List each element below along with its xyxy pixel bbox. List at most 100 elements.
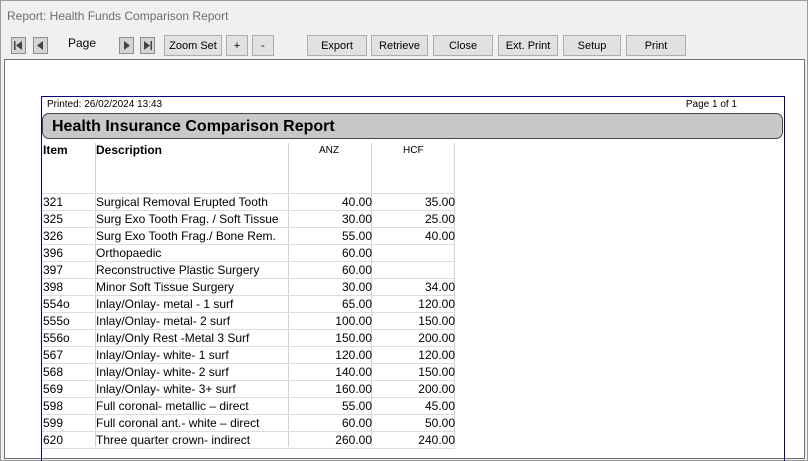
column-header-hcf: HCF — [403, 145, 424, 156]
row-anz-cell: 30.00 — [341, 280, 372, 294]
column-header-item: Item — [43, 143, 68, 157]
next-page-button[interactable] — [119, 37, 134, 54]
row-anz-cell: 30.00 — [341, 212, 372, 226]
last-page-button[interactable] — [140, 37, 155, 54]
row-item-cell: 321 — [43, 195, 64, 209]
zoom-set-button[interactable]: Zoom Set — [164, 35, 222, 56]
row-item-cell: 554o — [43, 297, 70, 311]
row-item-cell: 569 — [43, 382, 64, 396]
export-label: Export — [321, 39, 353, 52]
close-button[interactable]: Close — [433, 35, 493, 56]
table-row: 555o Inlay/Onlay- metal- 2 surf 100.00 150.… — [42, 313, 458, 330]
row-description-cell: Full coronal- metallic – direct — [96, 399, 249, 413]
row-description-cell: Minor Soft Tissue Surgery — [96, 280, 235, 294]
print-label: Print — [644, 39, 668, 52]
row-hcf-cell: 50.00 — [424, 416, 455, 430]
row-description-cell: Surg Exo Tooth Frag./ Bone Rem. — [96, 229, 276, 243]
row-hcf-cell: 34.00 — [424, 280, 455, 294]
table-row: 325 Surg Exo Tooth Frag. / Soft Tissue 30.… — [42, 211, 458, 228]
row-anz-cell: 55.00 — [341, 399, 372, 413]
row-description-cell: Inlay/Onlay- white- 1 surf — [96, 348, 229, 362]
export-button[interactable]: Export — [307, 35, 367, 56]
window-title: Report: Health Funds Comparison Report — [7, 9, 229, 23]
table-row: 568 Inlay/Onlay- white- 2 surf 140.00 150.0… — [42, 364, 458, 381]
last-page-icon — [144, 41, 152, 50]
row-hcf-cell: 150.00 — [418, 365, 455, 379]
table-row: 569 Inlay/Onlay- white- 3+ surf 160.00 200.… — [42, 381, 458, 398]
print-button[interactable]: Print — [626, 35, 686, 56]
row-anz-cell: 160.00 — [335, 382, 372, 396]
table-row: 397 Reconstructive Plastic Surgery 60.00 — [42, 262, 458, 279]
first-page-icon — [14, 41, 22, 50]
zoom-set-label: Zoom Set — [169, 39, 217, 52]
row-item-cell: 326 — [43, 229, 64, 243]
setup-button[interactable]: Setup — [563, 35, 621, 56]
table-row: 326 Surg Exo Tooth Frag./ Bone Rem. 55.00 4… — [42, 228, 458, 245]
row-description-cell: Inlay/Onlay- metal- 2 surf — [96, 314, 231, 328]
row-hcf-cell: 120.00 — [418, 348, 455, 362]
row-anz-cell: 140.00 — [335, 365, 372, 379]
row-hcf-cell: 240.00 — [418, 433, 455, 447]
column-header-description: Description — [96, 143, 163, 157]
previous-page-button[interactable] — [33, 37, 48, 54]
retrieve-label: Retrieve — [379, 39, 420, 52]
zoom-out-label: - — [261, 39, 265, 52]
row-anz-cell: 55.00 — [341, 229, 372, 243]
close-label: Close — [448, 39, 478, 52]
row-item-cell: 598 — [43, 399, 64, 413]
row-hcf-cell: 25.00 — [424, 212, 455, 226]
row-hcf-cell: 120.00 — [418, 297, 455, 311]
row-hcf-cell: 200.00 — [418, 331, 455, 345]
row-description-cell: Reconstructive Plastic Surgery — [96, 263, 260, 277]
row-description-cell: Inlay/Onlay- white- 3+ surf — [96, 382, 236, 396]
row-item-cell: 325 — [43, 212, 64, 226]
column-header-anz: ANZ — [319, 145, 339, 156]
row-description-cell: Orthopaedic — [96, 246, 162, 260]
retrieve-button[interactable]: Retrieve — [371, 35, 428, 56]
row-description-cell: Three quarter crown- indirect — [96, 433, 251, 447]
row-item-cell: 599 — [43, 416, 64, 430]
row-hcf-cell: 35.00 — [424, 195, 455, 209]
row-anz-cell: 260.00 — [335, 433, 372, 447]
row-anz-cell: 60.00 — [341, 263, 372, 277]
row-item-cell: 568 — [43, 365, 64, 379]
row-item-cell: 396 — [43, 246, 64, 260]
report-page: Printed: 26/02/2024 13:43 Page 1 of 1 He… — [41, 96, 785, 461]
row-hcf-cell: 150.00 — [418, 314, 455, 328]
row-anz-cell: 60.00 — [341, 416, 372, 430]
table-row: 321 Surgical Removal Erupted Tooth 40.00 35… — [42, 194, 458, 211]
zoom-in-label: + — [233, 39, 241, 52]
row-divider — [42, 448, 455, 449]
row-hcf-cell: 200.00 — [418, 382, 455, 396]
row-item-cell: 567 — [43, 348, 64, 362]
page-label: Page — [68, 36, 97, 50]
table-row: 398 Minor Soft Tissue Surgery 30.00 34.00 — [42, 279, 458, 296]
report-title: Health Insurance Comparison Report — [52, 118, 335, 135]
report-title-banner: Health Insurance Comparison Report — [42, 113, 783, 139]
report-window: Report: Health Funds Comparison Report P… — [0, 0, 808, 461]
table-row: 567 Inlay/Onlay- white- 1 surf 120.00 120.0… — [42, 347, 458, 364]
row-description-cell: Inlay/Onlay- metal - 1 surf — [96, 297, 234, 311]
row-anz-cell: 65.00 — [341, 297, 372, 311]
row-anz-cell: 100.00 — [335, 314, 372, 328]
row-anz-cell: 40.00 — [341, 195, 372, 209]
zoom-in-button[interactable]: + — [226, 35, 248, 56]
row-description-cell: Surg Exo Tooth Frag. / Soft Tissue — [96, 212, 279, 226]
report-preview-area[interactable]: Printed: 26/02/2024 13:43 Page 1 of 1 He… — [4, 59, 805, 461]
setup-label: Setup — [577, 39, 607, 52]
row-item-cell: 398 — [43, 280, 64, 294]
row-hcf-cell: 45.00 — [424, 399, 455, 413]
zoom-out-button[interactable]: - — [252, 35, 274, 56]
table-row: 598 Full coronal- metallic – direct 55.00 4… — [42, 398, 458, 415]
previous-page-icon — [37, 41, 43, 50]
row-anz-cell: 150.00 — [335, 331, 372, 345]
table-row: 599 Full coronal ant.- white – direct 60.0… — [42, 415, 458, 432]
row-description-cell: Inlay/Onlay- white- 2 surf — [96, 365, 229, 379]
row-anz-cell: 60.00 — [341, 246, 372, 260]
row-description-cell: Surgical Removal Erupted Tooth — [96, 195, 268, 209]
row-item-cell: 620 — [43, 433, 64, 447]
ext-print-button[interactable]: Ext. Print — [498, 35, 558, 56]
first-page-button[interactable] — [11, 37, 26, 54]
row-item-cell: 397 — [43, 263, 64, 277]
table-row: 556o Inlay/Only Rest -Metal 3 Surf 150.00 2… — [42, 330, 458, 347]
